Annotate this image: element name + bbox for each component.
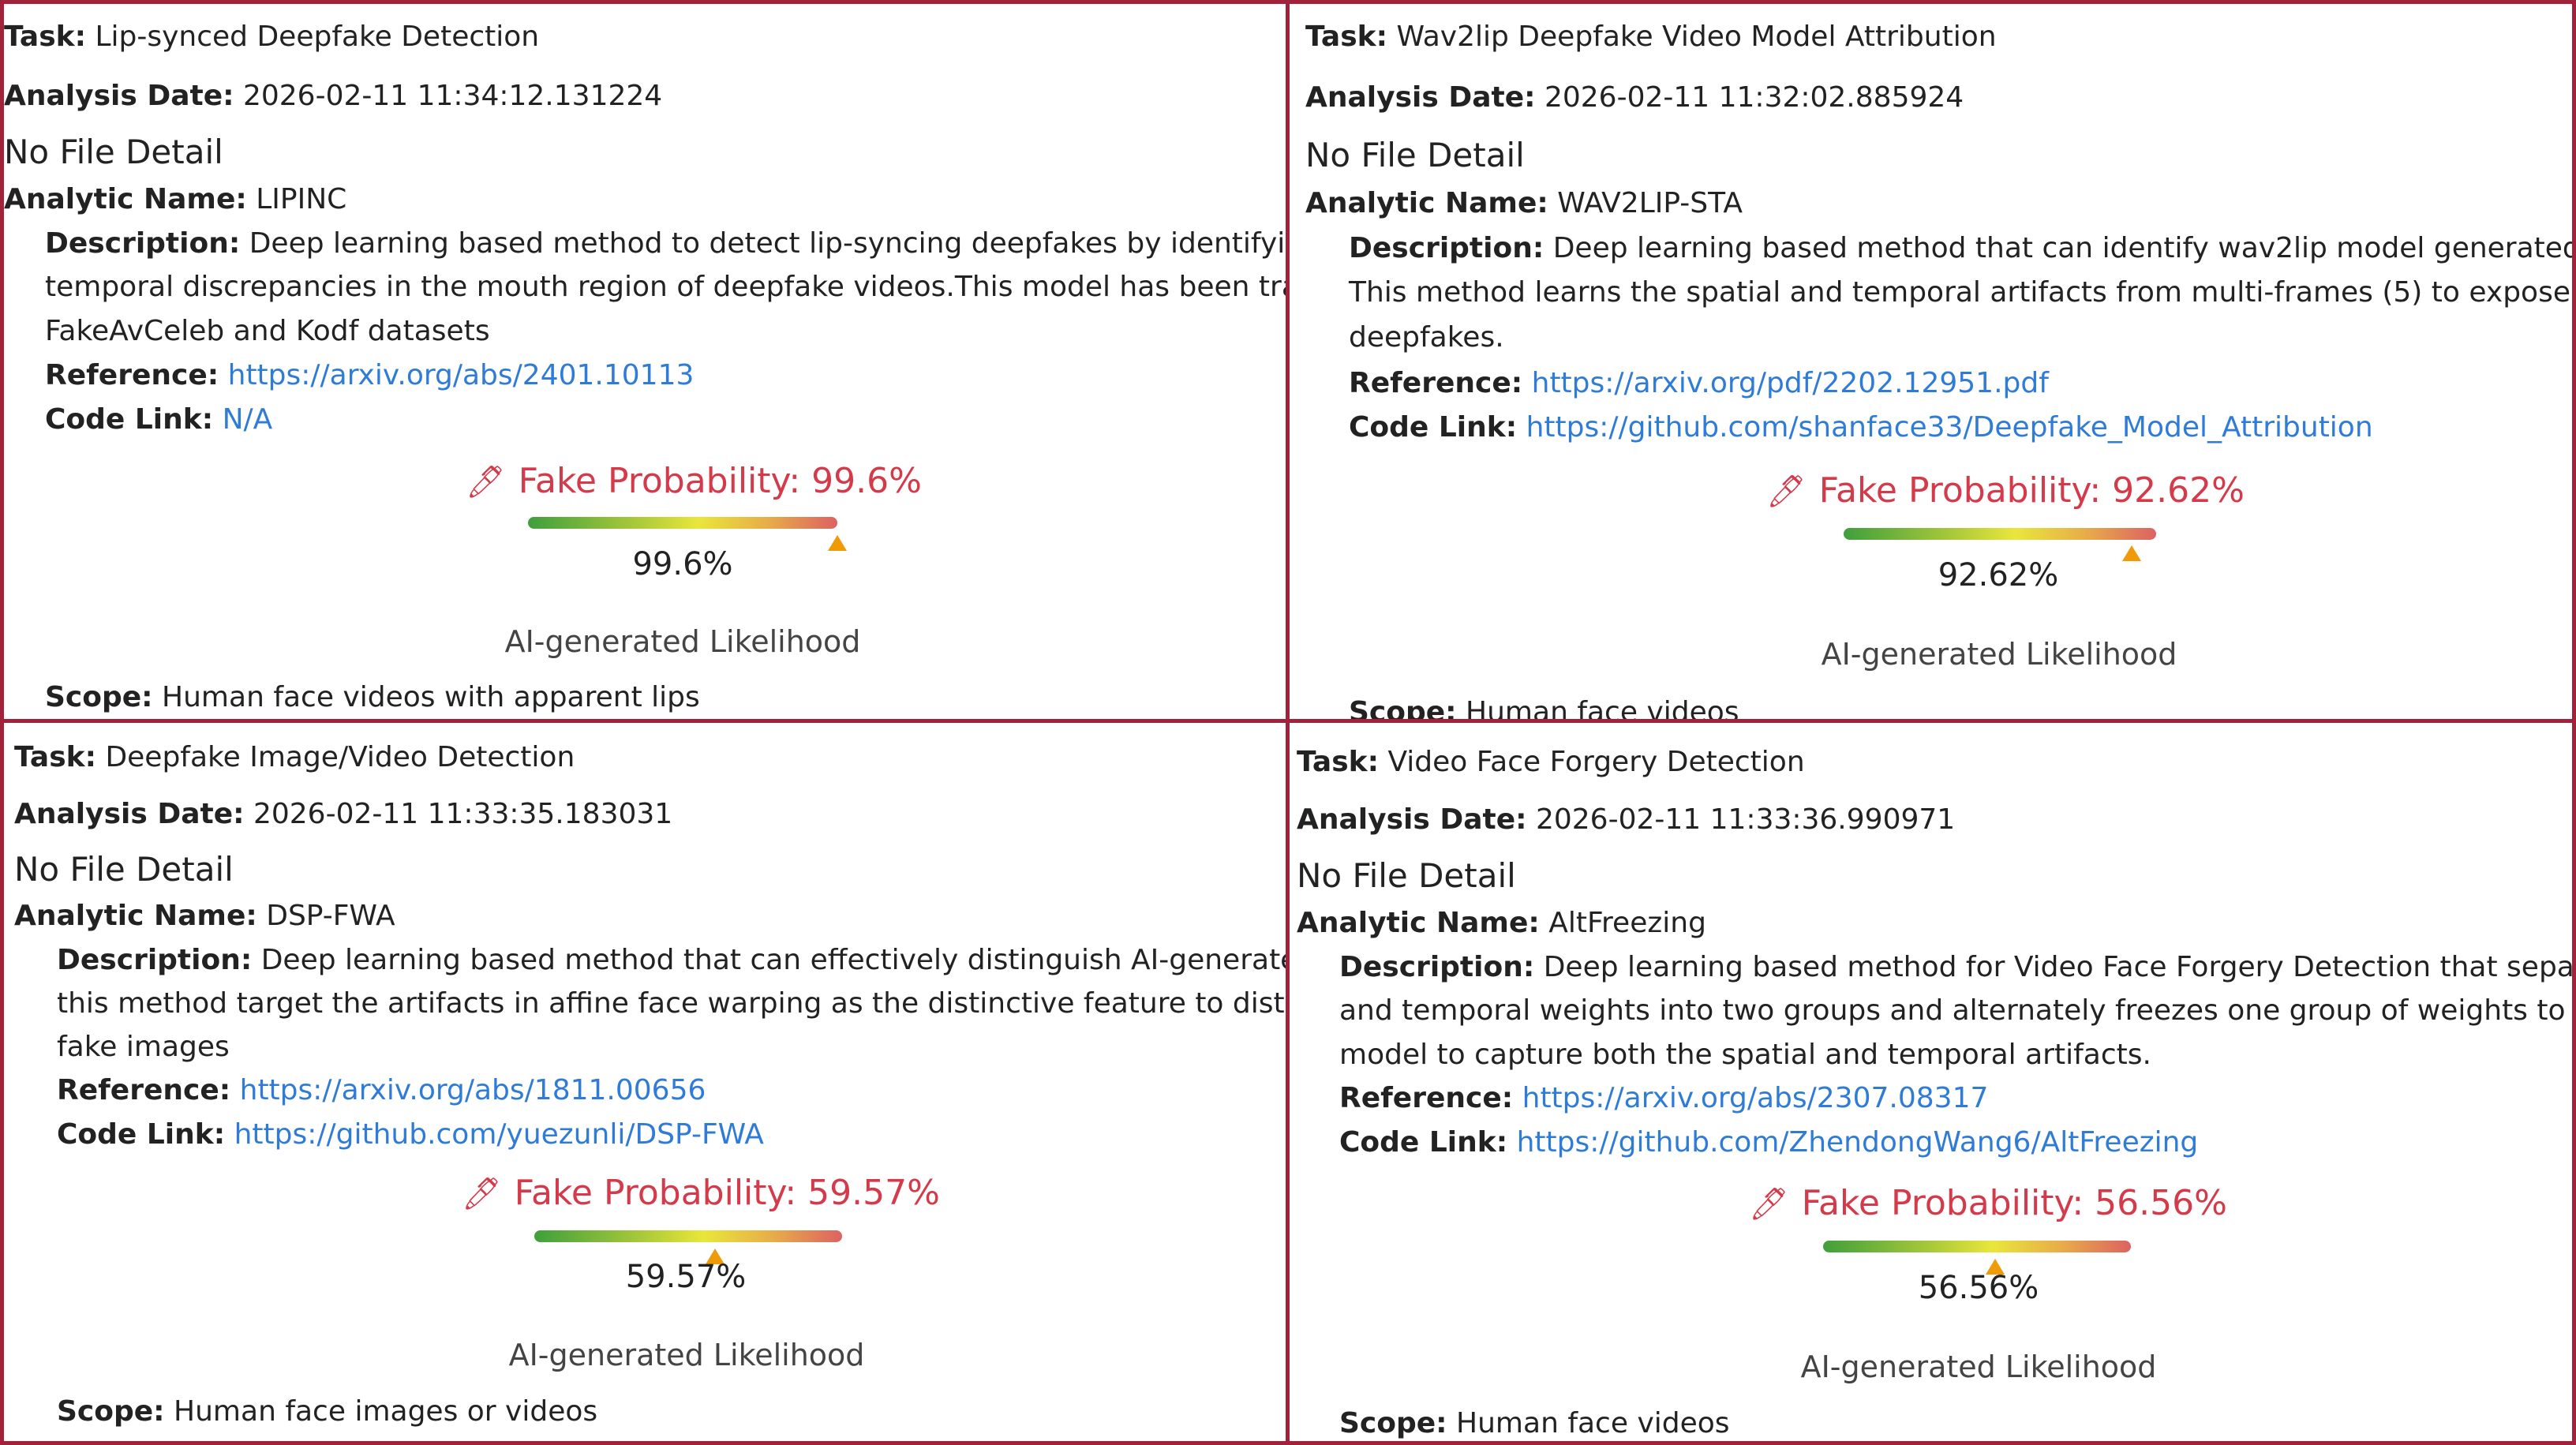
horizontal-divider xyxy=(0,719,2576,723)
